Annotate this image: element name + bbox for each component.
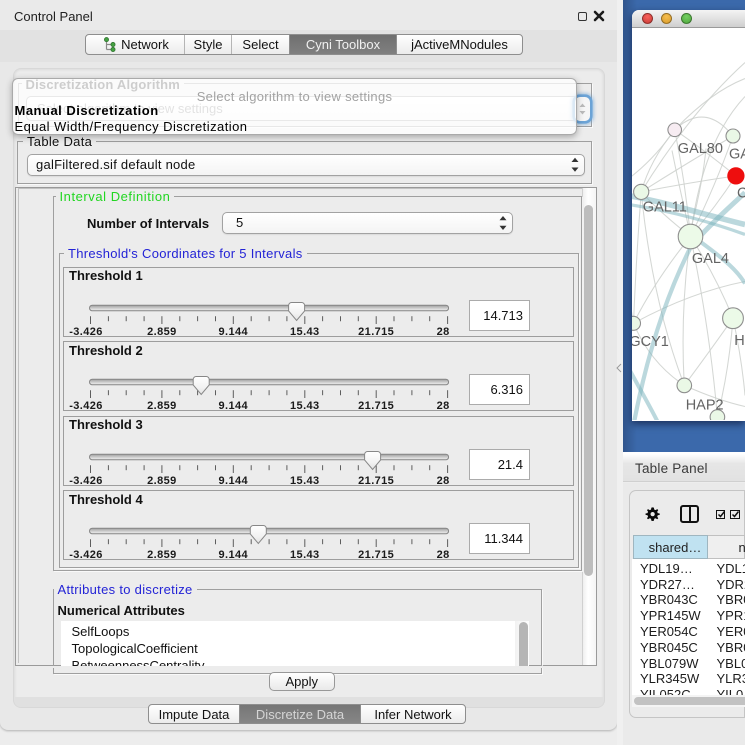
svg-text:GAL4: GAL4 (692, 251, 729, 267)
svg-text:GAL80: GAL80 (678, 141, 723, 157)
svg-text:HI: HI (734, 333, 745, 349)
svg-text:HAP2: HAP2 (686, 397, 724, 413)
svg-text:GA: GA (729, 146, 745, 162)
svg-text:GAL11: GAL11 (643, 199, 687, 215)
svg-text:C: C (737, 185, 745, 201)
svg-text:GCY1: GCY1 (632, 333, 669, 349)
